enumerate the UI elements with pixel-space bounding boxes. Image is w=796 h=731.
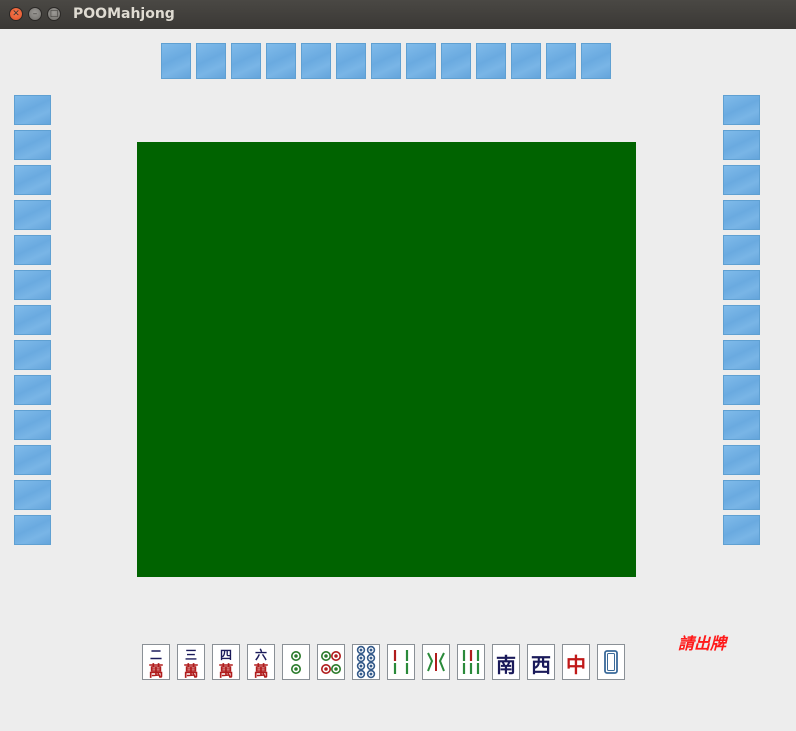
top-opponent-tile-back [301,43,331,79]
right-opponent-tile-back [723,305,760,335]
right-opponent-tile-back [723,445,760,475]
top-opponent-tile-back [406,43,436,79]
left-opponent-tile-back [14,375,51,405]
right-opponent-tile-back [723,95,760,125]
top-opponent-tile-back [336,43,366,79]
top-opponent-tile-back [476,43,506,79]
left-opponent-tile-back [14,270,51,300]
hand-tile[interactable] [282,644,310,680]
hand-tile[interactable]: 四萬 [212,644,240,680]
tile-suit-glyph: 萬 [183,662,199,680]
hand-tile[interactable] [457,644,485,680]
tile-glyph: 中 [566,653,586,677]
close-icon: ✕ [12,9,20,19]
title-bar: ✕ – □ POOMahjong [0,0,796,29]
top-opponent-tile-back [371,43,401,79]
window-title: POOMahjong [73,6,175,22]
minimize-icon: – [32,9,38,19]
tile-glyph: 南 [496,653,516,677]
left-opponent-tile-back [14,95,51,125]
top-opponent-tile-back [161,43,191,79]
hand-tile[interactable]: 中 [562,644,590,680]
tile-suit-glyph: 萬 [218,662,234,680]
left-opponent-tile-back [14,480,51,510]
right-opponent-tile-back [723,165,760,195]
top-opponent-tile-back [546,43,576,79]
hand-tile[interactable]: 六萬 [247,644,275,680]
right-opponent-tile-back [723,130,760,160]
right-opponent-tile-back [723,200,760,230]
left-opponent-tile-back [14,130,51,160]
tile-suit-glyph: 萬 [253,662,269,680]
hand-tile[interactable] [352,644,380,680]
right-opponent-tile-back [723,410,760,440]
table-discard-area [137,142,636,577]
right-opponent-tile-back [723,480,760,510]
maximize-window-button[interactable]: □ [47,7,61,21]
hand-tile[interactable] [597,644,625,680]
left-opponent-tile-back [14,235,51,265]
hand-tile[interactable]: 南 [492,644,520,680]
hand-tile[interactable]: 三萬 [177,644,205,680]
right-opponent-tile-back [723,340,760,370]
left-opponent-tile-back [14,340,51,370]
left-opponent-tile-back [14,305,51,335]
minimize-window-button[interactable]: – [28,7,42,21]
top-opponent-tile-back [441,43,471,79]
right-opponent-tile-back [723,235,760,265]
top-opponent-tile-back [511,43,541,79]
tile-glyph: 西 [531,653,551,677]
top-opponent-tile-back [196,43,226,79]
left-opponent-tile-back [14,445,51,475]
right-opponent-tile-back [723,270,760,300]
right-opponent-tile-back [723,515,760,545]
hand-tile[interactable]: 西 [527,644,555,680]
tile-suit-glyph: 萬 [148,662,164,680]
left-opponent-tile-back [14,410,51,440]
hand-tile[interactable] [387,644,415,680]
hand-tile[interactable]: 二萬 [142,644,170,680]
status-message: 請出牌 [678,634,727,653]
top-opponent-tile-back [581,43,611,79]
hand-tile[interactable] [317,644,345,680]
close-window-button[interactable]: ✕ [9,7,23,21]
top-opponent-tile-back [231,43,261,79]
left-opponent-tile-back [14,200,51,230]
left-opponent-tile-back [14,165,51,195]
left-opponent-tile-back [14,515,51,545]
maximize-icon: □ [49,9,59,19]
hand-tile[interactable] [422,644,450,680]
top-opponent-tile-back [266,43,296,79]
right-opponent-tile-back [723,375,760,405]
